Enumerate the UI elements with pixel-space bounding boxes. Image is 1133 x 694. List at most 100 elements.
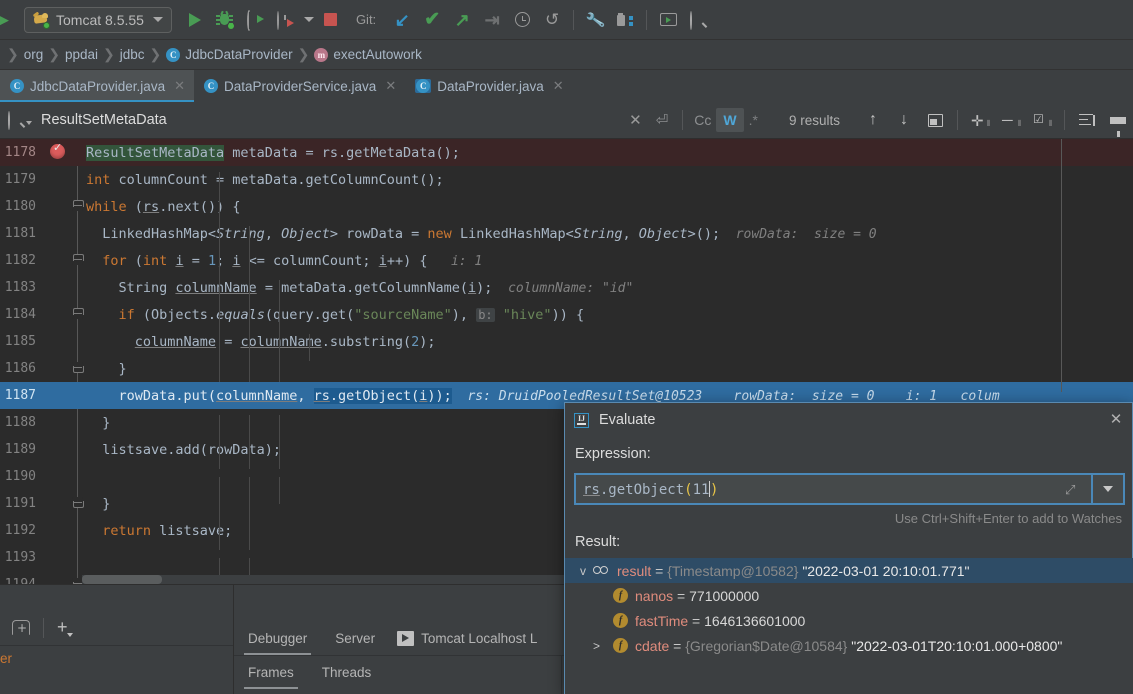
search-everywhere-button[interactable]	[683, 5, 713, 35]
code-line[interactable]: 1179 int columnCount = metaData.getColum…	[0, 166, 1133, 199]
gutter[interactable]	[42, 328, 82, 355]
class-icon: C	[416, 79, 431, 93]
tab-jdbcdataprovider[interactable]: C JdbcDataProvider.java ✕	[0, 70, 194, 102]
git-rollback-button[interactable]: ↺	[537, 5, 567, 35]
remove-selection-button[interactable]: ─ ⫴	[996, 106, 1026, 134]
result-tree[interactable]: v result = {Timestamp@10582} "2022-03-01…	[565, 558, 1133, 694]
arrow-up-icon: ↑	[869, 111, 877, 128]
gutter[interactable]	[42, 220, 82, 247]
run-configuration-selector[interactable]: Tomcat 8.5.55	[24, 6, 172, 33]
git-push-button[interactable]: ↗	[447, 5, 477, 35]
expression-input[interactable]: rs.getObject(11) ⤢	[574, 473, 1093, 505]
tab-server[interactable]: Server	[321, 621, 389, 655]
chevron-right-icon: ❯	[7, 46, 19, 62]
method-icon: m	[314, 47, 329, 62]
close-icon[interactable]: ✕	[174, 78, 185, 94]
breadcrumb-item-ppdai[interactable]: ppdai	[65, 47, 98, 62]
select-all-occurrences-button[interactable]: ☑ ⫴	[1027, 106, 1057, 134]
breadcrumb-item-method[interactable]: m exectAutowork	[314, 47, 422, 62]
gutter[interactable]	[42, 382, 82, 409]
run-button[interactable]	[180, 5, 210, 35]
coverage-dropdown[interactable]	[300, 5, 316, 35]
run-config-tab-label[interactable]: Tomcat Localhost L	[421, 621, 551, 655]
close-icon[interactable]: ✕	[553, 78, 564, 94]
tab-dataproviderservice[interactable]: C DataProviderService.java ✕	[194, 70, 405, 102]
line-number: 1194	[0, 577, 42, 584]
tree-row-fasttime[interactable]: f fastTime = 1646136601000	[565, 608, 1133, 633]
find-next-button[interactable]: ↓	[889, 106, 919, 134]
regex-toggle[interactable]: .*	[744, 109, 763, 131]
horizontal-scrollbar-thumb[interactable]	[82, 575, 162, 584]
code-line[interactable]: 1180 while (rs.next()) {	[0, 193, 1133, 226]
preserve-case-button[interactable]	[1072, 106, 1102, 134]
breadcrumb-item-jdbc[interactable]: jdbc	[120, 47, 145, 62]
tree-row-nanos[interactable]: f nanos = 771000000	[565, 583, 1133, 608]
gutter[interactable]	[42, 166, 82, 193]
gutter[interactable]	[42, 274, 82, 301]
run-with-coverage-button[interactable]	[270, 5, 300, 35]
gutter[interactable]	[42, 355, 84, 382]
tree-row-result[interactable]: v result = {Timestamp@10582} "2022-03-01…	[565, 558, 1133, 583]
code-line[interactable]: 1181 LinkedHashMap<String, Object> rowDa…	[0, 220, 1133, 253]
gutter[interactable]	[42, 247, 84, 274]
close-icon[interactable]: ✕	[385, 78, 396, 94]
tab-debugger[interactable]: Debugger	[234, 621, 321, 655]
nav-back-icon[interactable]: ▶	[0, 12, 12, 28]
code-line[interactable]: 1178 ResultSetMetaData metaData = rs.get…	[0, 139, 1133, 166]
find-previous-button[interactable]: ↑	[858, 106, 888, 134]
multiline-toggle-icon[interactable]: ⏎	[656, 111, 669, 129]
gutter[interactable]	[42, 301, 84, 328]
subtab-frames[interactable]: Frames	[234, 655, 308, 689]
expression-history-dropdown[interactable]	[1093, 473, 1125, 505]
debug-button[interactable]	[210, 5, 240, 35]
attach-debugger-button[interactable]	[240, 5, 270, 35]
tomcat-icon	[32, 11, 50, 29]
project-structure-button[interactable]	[610, 5, 640, 35]
gutter[interactable]	[42, 571, 84, 584]
gutter[interactable]	[42, 517, 82, 544]
code-line[interactable]: 1186 }	[0, 355, 1133, 388]
code-text: columnName = columnName.substring(2);	[82, 333, 1133, 361]
git-history-button[interactable]	[507, 5, 537, 35]
find-search-icon[interactable]	[8, 111, 32, 130]
breakpoint-icon[interactable]	[50, 141, 65, 159]
clear-search-icon[interactable]: ✕	[629, 111, 642, 129]
row-equals: =	[651, 562, 668, 579]
collapse-arrow-icon[interactable]: v	[573, 564, 593, 578]
open-in-find-window-button[interactable]	[920, 106, 950, 134]
tab-dataprovider[interactable]: C DataProvider.java ✕	[405, 70, 572, 102]
breadcrumb-item-class[interactable]: C JdbcDataProvider	[166, 47, 293, 62]
gutter[interactable]	[42, 193, 84, 220]
code-line[interactable]: 1183 String columnName = metaData.getCol…	[0, 274, 1133, 307]
add-watch-dropdown-icon[interactable]: +	[57, 617, 73, 638]
tree-row-cdate[interactable]: > f cdate = {Gregorian$Date@10584} "2022…	[565, 633, 1133, 658]
search-input[interactable]: ResultSetMetaData	[41, 112, 629, 128]
gutter[interactable]	[42, 436, 82, 463]
git-shelve-button[interactable]: ⇥	[477, 5, 507, 35]
code-line[interactable]: 1182 for (int i = 1; i <= columnCount; i…	[0, 247, 1133, 280]
git-commit-button[interactable]: ✔	[417, 5, 447, 35]
filter-button[interactable]	[1103, 106, 1133, 137]
tab-label: DataProviderService.java	[223, 78, 377, 94]
dialog-title-bar[interactable]: IJ Evaluate	[565, 403, 1133, 437]
expand-arrow-icon[interactable]: >	[581, 639, 613, 653]
stop-button[interactable]	[316, 5, 346, 35]
breadcrumb-item-org[interactable]: org	[24, 47, 44, 62]
new-watch-icon[interactable]: +	[12, 620, 30, 635]
gutter[interactable]	[42, 463, 82, 490]
expand-editor-icon[interactable]: ⤢	[1065, 482, 1081, 498]
code-line[interactable]: 1185 columnName = columnName.substring(2…	[0, 328, 1133, 361]
gutter[interactable]	[42, 139, 82, 166]
settings-button[interactable]: 🔧	[580, 5, 610, 35]
add-selection-next-button[interactable]: ✛ ⫴	[965, 106, 995, 134]
match-case-toggle[interactable]: Cc	[689, 109, 716, 131]
gutter[interactable]	[42, 544, 82, 571]
gutter[interactable]	[42, 490, 84, 517]
code-line[interactable]: 1184 if (Objects.equals(query.get("sourc…	[0, 301, 1133, 334]
subtab-threads[interactable]: Threads	[308, 655, 386, 689]
whole-words-toggle[interactable]: W	[716, 108, 744, 132]
terminal-button[interactable]	[653, 5, 683, 35]
git-update-button[interactable]: ↙	[387, 5, 417, 35]
gutter[interactable]	[42, 409, 82, 436]
close-icon[interactable]: ✕	[1107, 410, 1125, 428]
